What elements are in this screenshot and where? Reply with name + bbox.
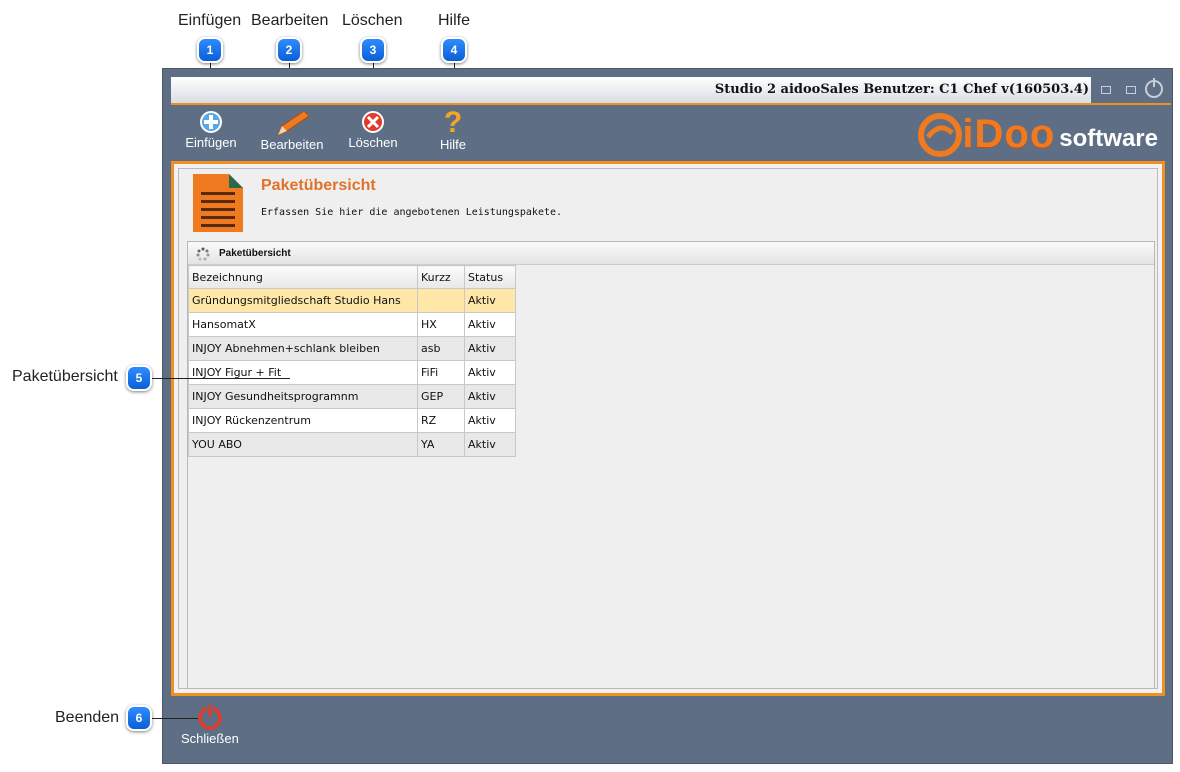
table-row[interactable]: INJOY Rückenzentrum RZ Aktiv — [188, 408, 516, 433]
pencil-icon — [277, 110, 310, 136]
insert-button[interactable]: Einfügen — [183, 109, 239, 150]
callout-label-package-overview: Paketübersicht — [12, 368, 118, 385]
column-header-short[interactable]: Kurzz — [417, 265, 465, 289]
cell-short: FiFi — [417, 360, 465, 385]
grid-header: Paketübersicht — [188, 242, 1154, 265]
window-title: Studio 2 aidooSales Benutzer: C1 Chef v(… — [714, 82, 1089, 97]
cell-status: Aktiv — [464, 408, 516, 433]
grid-title: Paketübersicht — [219, 248, 291, 259]
insert-label: Einfügen — [185, 135, 237, 150]
delete-button[interactable]: Löschen — [343, 109, 403, 150]
title-bar: Studio 2 aidooSales Benutzer: C1 Chef v(… — [171, 77, 1171, 105]
power-icon — [198, 704, 222, 730]
callout-badge-1: 1 — [197, 37, 223, 63]
cell-status: Aktiv — [464, 336, 516, 361]
callout-label-insert: Einfügen — [178, 12, 242, 29]
cell-name: HansomatX — [188, 312, 418, 337]
cell-status: Aktiv — [464, 384, 516, 409]
package-table: Bezeichnung Kurzz Status Gründungsmitgli… — [188, 265, 516, 457]
callout-badge-5: 5 — [126, 365, 152, 391]
page-title: Paketübersicht — [261, 177, 376, 194]
document-icon — [193, 174, 243, 232]
package-grid-panel: Paketübersicht Bezeichnung Kurzz Status … — [187, 241, 1155, 689]
minimize-icon[interactable] — [1101, 86, 1111, 94]
cell-name: YOU ABO — [188, 432, 418, 457]
cell-name: INJOY Figur + Fit — [188, 360, 418, 385]
cell-status: Aktiv — [464, 360, 516, 385]
callout-label-edit: Bearbeiten — [251, 12, 329, 29]
cell-short: GEP — [417, 384, 465, 409]
content-area: Paketübersicht Erfassen Sie hier die ang… — [171, 161, 1165, 696]
delete-icon — [362, 111, 384, 133]
edit-button[interactable]: Bearbeiten — [255, 109, 329, 152]
cell-short: HX — [417, 312, 465, 337]
delete-label: Löschen — [348, 135, 398, 150]
cell-short — [417, 288, 465, 313]
table-row[interactable]: Gründungsmitgliedschaft Studio Hans Akti… — [188, 288, 516, 313]
callout-label-help: Hilfe — [438, 12, 471, 29]
spinner-icon — [196, 247, 210, 261]
cell-name: INJOY Gesundheitsprogramnm — [188, 384, 418, 409]
callout-badge-4: 4 — [441, 37, 467, 63]
cell-status: Aktiv — [464, 288, 516, 313]
callout-label-exit: Beenden — [55, 709, 120, 726]
column-header-name[interactable]: Bezeichnung — [188, 265, 418, 289]
cell-short: RZ — [417, 408, 465, 433]
table-row[interactable]: YOU ABO YA Aktiv — [188, 432, 516, 457]
app-window: Studio 2 aidooSales Benutzer: C1 Chef v(… — [162, 68, 1173, 764]
question-icon: ? — [443, 106, 463, 139]
maximize-icon[interactable] — [1126, 86, 1136, 94]
column-header-status[interactable]: Status — [464, 265, 516, 289]
callout-badge-3: 3 — [360, 37, 386, 63]
logo-mark-icon — [918, 113, 963, 157]
close-button[interactable]: Schließen — [181, 703, 239, 746]
cell-short: asb — [417, 336, 465, 361]
table-row[interactable]: HansomatX HX Aktiv — [188, 312, 516, 337]
help-button[interactable]: ? Hilfe — [433, 106, 473, 153]
logo-suffix: software — [1059, 125, 1158, 152]
edit-label: Bearbeiten — [260, 137, 324, 152]
callout-badge-6: 6 — [126, 705, 152, 731]
logo-text: iDoo — [962, 112, 1056, 156]
logo: iDoo software — [918, 107, 1158, 157]
power-icon[interactable] — [1145, 78, 1163, 98]
cell-name: INJOY Abnehmen+schlank bleiben — [188, 336, 418, 361]
table-row[interactable]: INJOY Abnehmen+schlank bleiben asb Aktiv — [188, 336, 516, 361]
cell-status: Aktiv — [464, 432, 516, 457]
add-icon — [200, 111, 222, 133]
callout-badge-2: 2 — [276, 37, 302, 63]
cell-name: Gründungsmitgliedschaft Studio Hans — [188, 288, 418, 313]
cell-name: INJOY Rückenzentrum — [188, 408, 418, 433]
close-label: Schließen — [181, 731, 239, 746]
table-row[interactable]: INJOY Figur + Fit FiFi Aktiv — [188, 360, 516, 385]
help-label: Hilfe — [439, 137, 466, 152]
page-subtitle: Erfassen Sie hier die angebotenen Leistu… — [261, 207, 563, 218]
callout-label-delete: Löschen — [342, 12, 403, 29]
cell-short: YA — [417, 432, 465, 457]
table-row[interactable]: INJOY Gesundheitsprogramnm GEP Aktiv — [188, 384, 516, 409]
cell-status: Aktiv — [464, 312, 516, 337]
